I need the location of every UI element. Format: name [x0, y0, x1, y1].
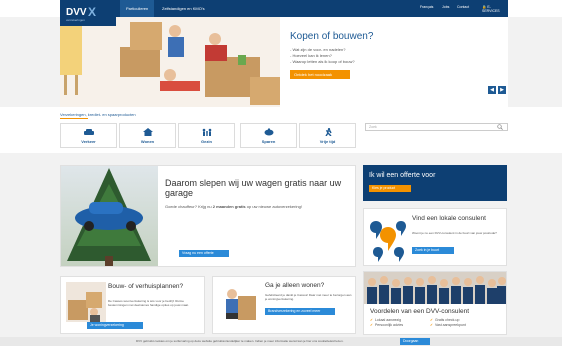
cookie-accept-button[interactable]: Doorgaan — [400, 338, 430, 345]
category-label: Verkeer — [81, 139, 96, 144]
hero-family-image — [60, 17, 280, 107]
e-services-link[interactable]: 🔒 E-SERVICES — [482, 5, 508, 13]
category-sparen[interactable]: Sparen — [240, 123, 297, 148]
check-icon: ✓ — [370, 323, 373, 327]
category-gezin[interactable]: Gezin — [178, 123, 235, 148]
promo-text-intro: Goede chauffeur? Krijg nu — [165, 204, 213, 209]
category-label: Gezin — [201, 139, 212, 144]
logo-mark: X — [88, 5, 97, 19]
advantages-title: Voordelen van een DVV-consulent — [370, 308, 470, 315]
hero-cta-button[interactable]: Ontdek het noodzaak — [290, 70, 350, 79]
moving-title: Bouw- of verhuisplannen? — [108, 283, 184, 290]
tab-zelfstandigen[interactable]: Zelfstandigen en KMO's — [156, 0, 211, 17]
hero-title: Kopen of bouwen? — [290, 31, 374, 42]
chevron-right-icon: ▶ — [500, 87, 504, 93]
moving-boxes-image — [66, 282, 106, 322]
advantages-list: ✓ Lokaal aanwezig ✓ Persoonlijk advies — [370, 318, 436, 328]
find-consultant-card: Vind een lokale consulent Woont je nu ee… — [363, 208, 507, 266]
advantage-label: Persoonlijk advies — [374, 323, 404, 327]
moving-plans-card: Bouw- of verhuisplannen? De Cassos woonv… — [60, 276, 205, 334]
promo-description: Goede chauffeur? Krijg nu 2 maanden grat… — [165, 204, 350, 210]
category-verkeer[interactable]: Verkeer — [60, 123, 117, 148]
search-icon[interactable] — [497, 124, 503, 130]
home-insurance-button[interactable]: Je woningverzekering — [87, 322, 143, 329]
next-slide-button[interactable]: ▶ — [498, 86, 506, 94]
category-label: Wonen — [140, 139, 155, 144]
fire-insurance-button[interactable]: Brandverzekering en zoveel meer — [265, 308, 335, 315]
hero-banner: Kopen of bouwen? - Wat zijn de voor- en … — [60, 17, 508, 107]
category-label: Vrije tijd — [319, 139, 336, 144]
living-alone-card: Ga je alleen wonen? Gefeliciteerd je dan… — [212, 276, 356, 334]
advantage-label: Lokaal aanwezig — [374, 318, 402, 322]
advantage-item: ✓ Persoonlijk advies — [370, 323, 436, 328]
cookie-banner: DVV gebruikt cookies om je surfervaring … — [0, 337, 562, 346]
dvv-logo[interactable]: DVV X verzekeringen — [60, 0, 116, 26]
car-icon — [83, 129, 94, 135]
person-with-boxes-image — [218, 282, 258, 322]
consultants-group-photo — [364, 272, 506, 304]
logo-text: DVV — [66, 7, 87, 18]
piggy-bank-icon — [264, 128, 273, 136]
section-heading-underline — [60, 118, 88, 119]
map-pins-icon — [370, 221, 406, 262]
quote-request-box: Ik wil een offerte voor Kies je product — [363, 165, 507, 201]
choose-product-button[interactable]: Kies je product — [369, 185, 411, 192]
advantage-item: ✓ Vast aanspreekpunt — [430, 323, 500, 328]
category-label: Sparen — [261, 139, 276, 144]
tab-particulieren[interactable]: Particulieren — [120, 0, 155, 17]
living-alone-title: Ga je alleen wonen? — [265, 282, 325, 289]
towing-promo-card: Daarom slepen wij uw wagen gratis naar u… — [60, 165, 356, 267]
check-icon: ✓ — [370, 318, 373, 322]
consultant-text: Woont je nu een DVV-consulent in de buur… — [412, 231, 497, 235]
consultant-title: Vind een lokale consulent — [412, 215, 486, 222]
search-nearby-button[interactable]: Zoek in je buurt — [412, 247, 454, 254]
check-icon: ✓ — [430, 318, 433, 322]
advantages-list: ✓ Gratis check-up ✓ Vast aanspreekpunt — [430, 318, 500, 328]
chevron-left-icon: ◀ — [490, 87, 494, 93]
section-heading: Verzekeringen, krediet- en spaarproducte… — [60, 112, 136, 117]
living-alone-text: Gefeliciteerd je dankt je Cassos! Daar m… — [265, 293, 352, 301]
advantage-label: Vast aanspreekpunt — [434, 323, 466, 327]
request-quote-button[interactable]: Vraag nu een offerte — [179, 250, 229, 257]
check-icon: ✓ — [430, 323, 433, 327]
category-vrije-tijd[interactable]: Vrije tijd — [299, 123, 356, 148]
quote-box-title: Ik wil een offerte voor — [369, 172, 436, 179]
car-in-tree-image — [61, 166, 158, 266]
cookie-text: DVV gebruikt cookies om je surfervaring … — [136, 339, 344, 343]
contact-link[interactable]: Contact — [457, 5, 469, 9]
family-icon — [202, 128, 211, 136]
category-wonen[interactable]: Wonen — [119, 123, 176, 148]
advantage-label: Gratis check-up — [434, 318, 460, 322]
consultant-advantages-card: Voordelen van een DVV-consulent ✓ Lokaal … — [363, 271, 507, 335]
promo-text-outro: op uw nieuwe autoverzekering! — [245, 204, 302, 209]
promo-title: Daarom slepen wij uw wagen gratis naar u… — [165, 178, 342, 198]
logo-subtitle: verzekeringen — [66, 18, 85, 22]
promo-text-highlight: 2 maanden gratis — [212, 204, 246, 209]
jobs-link[interactable]: Jobs — [442, 5, 449, 9]
previous-slide-button[interactable]: ◀ — [488, 86, 496, 94]
language-link[interactable]: Français — [420, 5, 433, 9]
house-icon — [142, 128, 153, 136]
running-icon — [324, 128, 332, 136]
top-navigation: Particulieren Zelfstandigen en KMO's Fra… — [60, 0, 508, 17]
moving-text: De Cassos woonverzekering is iets voor j… — [108, 299, 189, 307]
search-input[interactable]: Zoek — [365, 123, 508, 131]
hero-question-list: - Wat zijn de voor- en nadelen? - Hoevee… — [290, 47, 355, 65]
hero-question: - Waarop letten als ik koop of bouw? — [290, 59, 355, 64]
